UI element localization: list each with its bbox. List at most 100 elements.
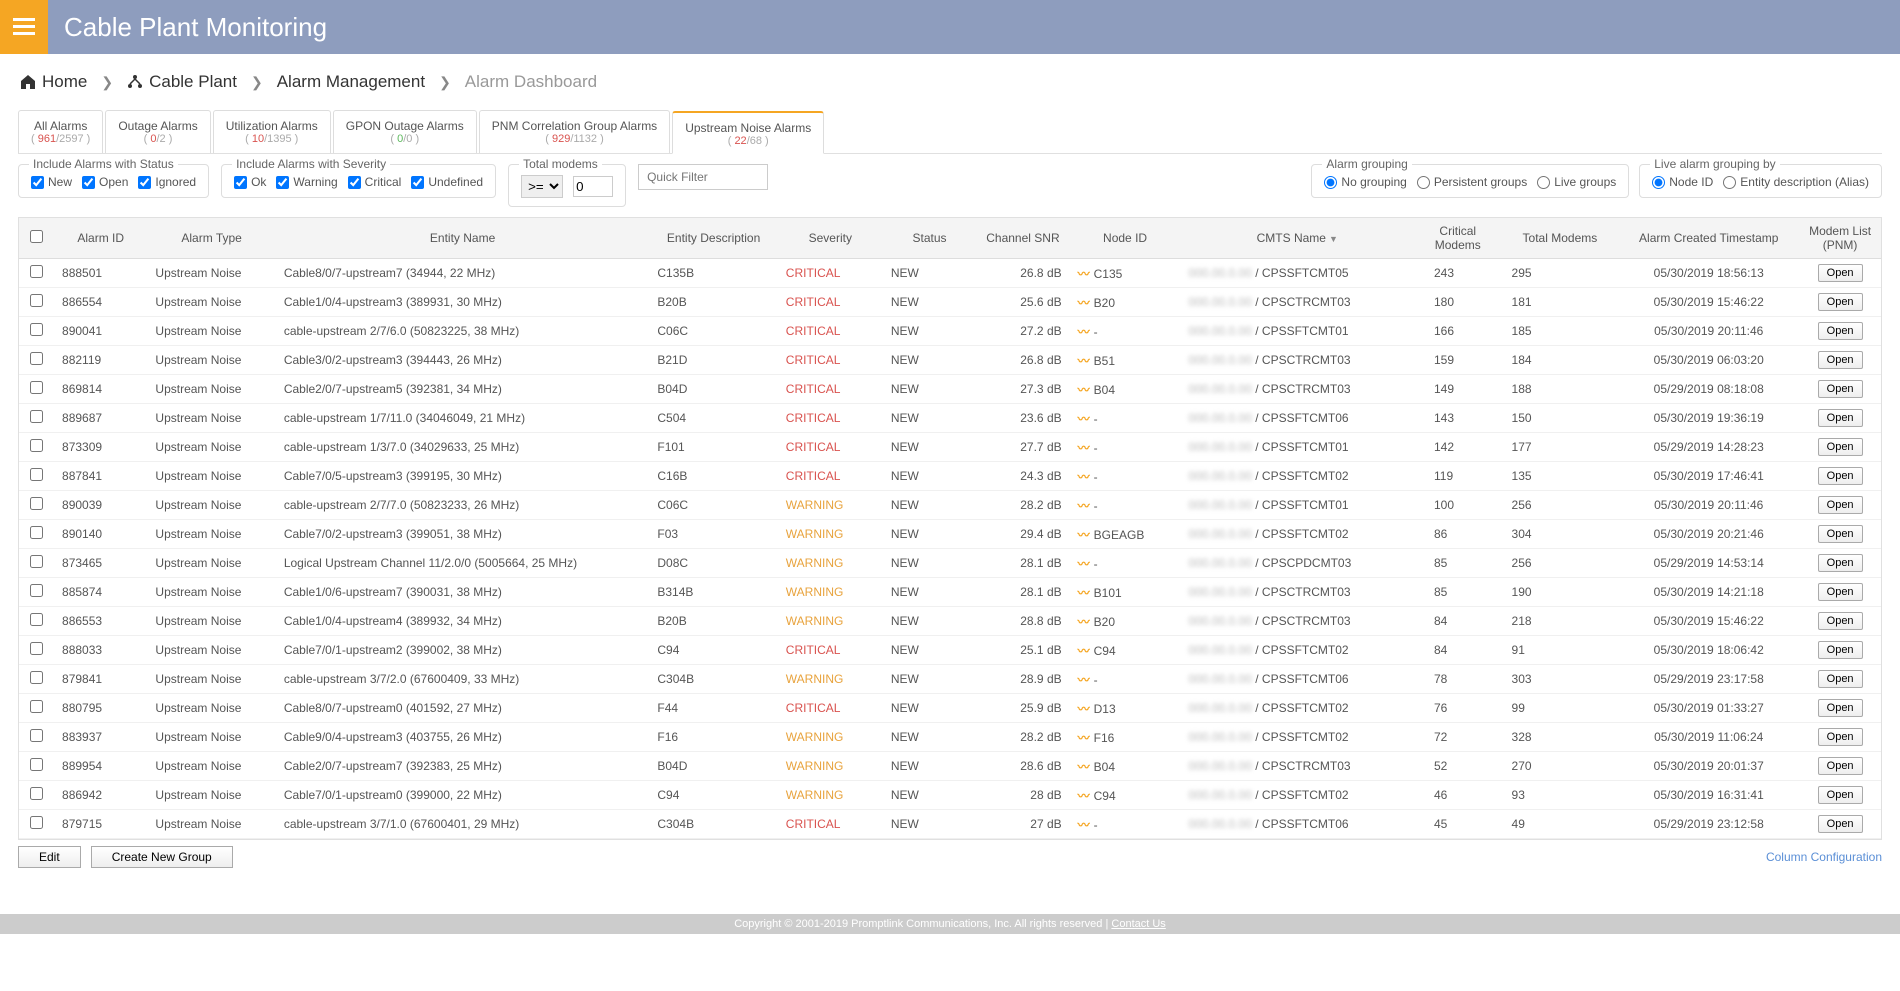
row-checkbox[interactable]: [30, 787, 43, 800]
table-row[interactable]: 888033 Upstream Noise Cable7/0/1-upstrea…: [19, 636, 1881, 665]
table-row[interactable]: 888501 Upstream Noise Cable8/0/7-upstrea…: [19, 259, 1881, 288]
row-checkbox[interactable]: [30, 497, 43, 510]
row-checkbox[interactable]: [30, 584, 43, 597]
sev-ok-checkbox[interactable]: Ok: [234, 175, 266, 189]
table-row[interactable]: 889687 Upstream Noise cable-upstream 1/7…: [19, 404, 1881, 433]
col-severity[interactable]: Severity: [778, 218, 883, 259]
row-checkbox[interactable]: [30, 526, 43, 539]
open-button[interactable]: Open: [1818, 612, 1863, 630]
table-row[interactable]: 869814 Upstream Noise Cable2/0/7-upstrea…: [19, 375, 1881, 404]
row-checkbox[interactable]: [30, 381, 43, 394]
edit-button[interactable]: Edit: [18, 846, 81, 868]
row-checkbox[interactable]: [30, 555, 43, 568]
col-checkbox[interactable]: [19, 218, 54, 259]
grouping-live-radio[interactable]: Live groups: [1537, 175, 1616, 189]
open-button[interactable]: Open: [1818, 380, 1863, 398]
create-group-button[interactable]: Create New Group: [91, 846, 233, 868]
table-row[interactable]: 890039 Upstream Noise cable-upstream 2/7…: [19, 491, 1881, 520]
row-checkbox[interactable]: [30, 410, 43, 423]
grouping-persistent-radio[interactable]: Persistent groups: [1417, 175, 1527, 189]
status-new-checkbox[interactable]: New: [31, 175, 72, 189]
row-checkbox[interactable]: [30, 294, 43, 307]
open-button[interactable]: Open: [1818, 351, 1863, 369]
open-button[interactable]: Open: [1818, 583, 1863, 601]
open-button[interactable]: Open: [1818, 293, 1863, 311]
open-button[interactable]: Open: [1818, 670, 1863, 688]
row-checkbox[interactable]: [30, 323, 43, 336]
table-row[interactable]: 886553 Upstream Noise Cable1/0/4-upstrea…: [19, 607, 1881, 636]
table-row[interactable]: 879841 Upstream Noise cable-upstream 3/7…: [19, 665, 1881, 694]
breadcrumb-alarm-mgmt[interactable]: Alarm Management: [277, 72, 425, 92]
row-checkbox[interactable]: [30, 613, 43, 626]
column-config-link[interactable]: Column Configuration: [1766, 850, 1882, 864]
row-checkbox[interactable]: [30, 352, 43, 365]
row-checkbox[interactable]: [30, 758, 43, 771]
open-button[interactable]: Open: [1818, 264, 1863, 282]
status-open-checkbox[interactable]: Open: [82, 175, 128, 189]
sev-warning-checkbox[interactable]: Warning: [276, 175, 337, 189]
table-row[interactable]: 885874 Upstream Noise Cable1/0/6-upstrea…: [19, 578, 1881, 607]
row-checkbox[interactable]: [30, 642, 43, 655]
open-button[interactable]: Open: [1818, 554, 1863, 572]
tab-utilization-alarms[interactable]: Utilization Alarms( 10/1395 ): [213, 110, 331, 153]
col-alarm-id[interactable]: Alarm ID: [54, 218, 147, 259]
tab-upstream-noise-alarms[interactable]: Upstream Noise Alarms( 22/68 ): [672, 111, 824, 154]
col-alarm-type[interactable]: Alarm Type: [147, 218, 275, 259]
open-button[interactable]: Open: [1818, 525, 1863, 543]
table-row[interactable]: 890140 Upstream Noise Cable7/0/2-upstrea…: [19, 520, 1881, 549]
open-button[interactable]: Open: [1818, 815, 1863, 833]
tab-all-alarms[interactable]: All Alarms( 961/2597 ): [18, 110, 103, 153]
table-row[interactable]: 883937 Upstream Noise Cable9/0/4-upstrea…: [19, 723, 1881, 752]
open-button[interactable]: Open: [1818, 322, 1863, 340]
total-modems-value[interactable]: [573, 176, 613, 197]
col-channel-snr[interactable]: Channel SNR: [976, 218, 1069, 259]
row-checkbox[interactable]: [30, 439, 43, 452]
table-row[interactable]: 889954 Upstream Noise Cable2/0/7-upstrea…: [19, 752, 1881, 781]
open-button[interactable]: Open: [1818, 438, 1863, 456]
col-timestamp[interactable]: Alarm Created Timestamp: [1618, 218, 1799, 259]
row-checkbox[interactable]: [30, 816, 43, 829]
col-status[interactable]: Status: [883, 218, 976, 259]
row-checkbox[interactable]: [30, 468, 43, 481]
quick-filter-input[interactable]: [638, 164, 768, 190]
sev-undefined-checkbox[interactable]: Undefined: [411, 175, 483, 189]
open-button[interactable]: Open: [1818, 409, 1863, 427]
open-button[interactable]: Open: [1818, 728, 1863, 746]
open-button[interactable]: Open: [1818, 467, 1863, 485]
open-button[interactable]: Open: [1818, 641, 1863, 659]
row-checkbox[interactable]: [30, 265, 43, 278]
status-ignored-checkbox[interactable]: Ignored: [138, 175, 196, 189]
row-checkbox[interactable]: [30, 729, 43, 742]
col-entity-desc[interactable]: Entity Description: [649, 218, 777, 259]
sev-critical-checkbox[interactable]: Critical: [348, 175, 402, 189]
row-checkbox[interactable]: [30, 671, 43, 684]
col-node-id[interactable]: Node ID: [1070, 218, 1181, 259]
table-row[interactable]: 880795 Upstream Noise Cable8/0/7-upstrea…: [19, 694, 1881, 723]
total-modems-op[interactable]: >=: [521, 175, 563, 198]
table-row[interactable]: 886554 Upstream Noise Cable1/0/4-upstrea…: [19, 288, 1881, 317]
col-modem-list[interactable]: Modem List (PNM): [1799, 218, 1881, 259]
row-checkbox[interactable]: [30, 700, 43, 713]
tab-pnm-correlation-group-alarms[interactable]: PNM Correlation Group Alarms( 929/1132 ): [479, 110, 670, 153]
breadcrumb-home[interactable]: Home: [20, 72, 87, 92]
tab-gpon-outage-alarms[interactable]: GPON Outage Alarms( 0/0 ): [333, 110, 477, 153]
table-row[interactable]: 890041 Upstream Noise cable-upstream 2/7…: [19, 317, 1881, 346]
open-button[interactable]: Open: [1818, 786, 1863, 804]
contact-link[interactable]: Contact Us: [1111, 918, 1165, 930]
table-row[interactable]: 873309 Upstream Noise cable-upstream 1/3…: [19, 433, 1881, 462]
col-total-modems[interactable]: Total Modems: [1502, 218, 1619, 259]
col-cmts-name[interactable]: CMTS Name▼: [1181, 218, 1414, 259]
open-button[interactable]: Open: [1818, 496, 1863, 514]
table-row[interactable]: 873465 Upstream Noise Logical Upstream C…: [19, 549, 1881, 578]
live-node-radio[interactable]: Node ID: [1652, 175, 1713, 189]
live-entity-radio[interactable]: Entity description (Alias): [1723, 175, 1869, 189]
grouping-none-radio[interactable]: No grouping: [1324, 175, 1406, 189]
table-row[interactable]: 882119 Upstream Noise Cable3/0/2-upstrea…: [19, 346, 1881, 375]
table-row[interactable]: 879715 Upstream Noise cable-upstream 3/7…: [19, 810, 1881, 839]
tab-outage-alarms[interactable]: Outage Alarms( 0/2 ): [105, 110, 210, 153]
open-button[interactable]: Open: [1818, 699, 1863, 717]
col-critical-modems[interactable]: Critical Modems: [1414, 218, 1502, 259]
open-button[interactable]: Open: [1818, 757, 1863, 775]
menu-toggle[interactable]: [0, 0, 48, 54]
table-row[interactable]: 886942 Upstream Noise Cable7/0/1-upstrea…: [19, 781, 1881, 810]
